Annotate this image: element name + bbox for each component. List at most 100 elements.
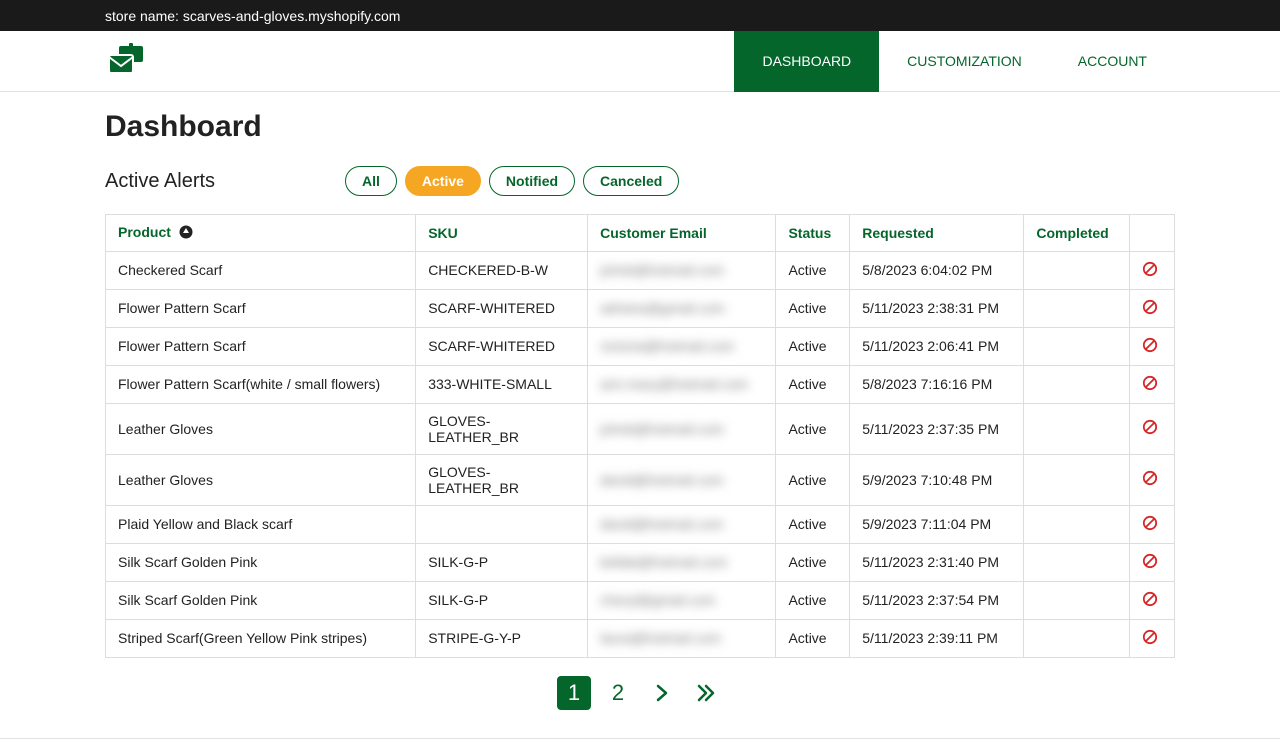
cell-sku: CHECKERED-B-W: [416, 251, 588, 289]
cell-status: Active: [776, 365, 850, 403]
chevron-right-icon: [655, 684, 669, 702]
page-last[interactable]: [689, 676, 723, 710]
cell-requested: 5/8/2023 7:16:16 PM: [850, 365, 1024, 403]
cancel-icon[interactable]: [1142, 299, 1158, 315]
cell-status: Active: [776, 505, 850, 543]
cell-email: laura@hotmail.com: [588, 619, 776, 657]
column-product[interactable]: Product: [106, 215, 416, 252]
cell-email: ann.mary@hotmail.com: [588, 365, 776, 403]
cell-status: Active: [776, 543, 850, 581]
cell-completed: [1024, 543, 1130, 581]
table-row: Flower Pattern Scarf(white / small flowe…: [106, 365, 1175, 403]
cell-product: Plaid Yellow and Black scarf: [106, 505, 416, 543]
cell-product: Striped Scarf(Green Yellow Pink stripes): [106, 619, 416, 657]
cell-status: Active: [776, 581, 850, 619]
nav-account[interactable]: ACCOUNT: [1050, 31, 1175, 92]
page-1[interactable]: 1: [557, 676, 591, 710]
cell-completed: [1024, 581, 1130, 619]
cell-product: Flower Pattern Scarf(white / small flowe…: [106, 365, 416, 403]
cell-status: Active: [776, 327, 850, 365]
cancel-icon[interactable]: [1142, 470, 1158, 486]
column-sku[interactable]: SKU: [416, 215, 588, 252]
column-actions: [1130, 215, 1175, 252]
table-row: Silk Scarf Golden PinkSILK-G-Pbellab@hot…: [106, 543, 1175, 581]
cancel-icon[interactable]: [1142, 337, 1158, 353]
table-row: Leather GlovesGLOVES-LEATHER_BRjohnb@hot…: [106, 403, 1175, 454]
cell-requested: 5/11/2023 2:06:41 PM: [850, 327, 1024, 365]
cell-completed: [1024, 454, 1130, 505]
store-name-text: store name: scarves-and-gloves.myshopify…: [105, 8, 400, 24]
cell-product: Silk Scarf Golden Pink: [106, 543, 416, 581]
main-header: DASHBOARD CUSTOMIZATION ACCOUNT: [0, 31, 1280, 92]
logo-icon: [105, 43, 147, 79]
page-2[interactable]: 2: [601, 676, 635, 710]
filter-pills: All Active Notified Canceled: [345, 166, 679, 196]
cell-email: victoria@hotmail.com: [588, 327, 776, 365]
cell-email: cheryl@gmail.com: [588, 581, 776, 619]
cell-requested: 5/9/2023 7:11:04 PM: [850, 505, 1024, 543]
cell-product: Flower Pattern Scarf: [106, 327, 416, 365]
cell-product: Leather Gloves: [106, 454, 416, 505]
table-row: Striped Scarf(Green Yellow Pink stripes)…: [106, 619, 1175, 657]
cell-email: adriana@gmail.com: [588, 289, 776, 327]
cell-completed: [1024, 505, 1130, 543]
filter-all[interactable]: All: [345, 166, 397, 196]
cell-requested: 5/11/2023 2:37:35 PM: [850, 403, 1024, 454]
cell-sku: SCARF-WHITERED: [416, 289, 588, 327]
nav-customization[interactable]: CUSTOMIZATION: [879, 31, 1050, 92]
cancel-icon[interactable]: [1142, 515, 1158, 531]
cell-sku: SILK-G-P: [416, 543, 588, 581]
table-row: Flower Pattern ScarfSCARF-WHITEREDadrian…: [106, 289, 1175, 327]
cell-status: Active: [776, 251, 850, 289]
cancel-icon[interactable]: [1142, 261, 1158, 277]
table-row: Checkered ScarfCHECKERED-B-Wjohnb@hotmai…: [106, 251, 1175, 289]
nav-dashboard[interactable]: DASHBOARD: [734, 31, 879, 92]
top-bar: store name: scarves-and-gloves.myshopify…: [0, 0, 1280, 31]
main-nav: DASHBOARD CUSTOMIZATION ACCOUNT: [734, 31, 1175, 92]
cell-sku: STRIPE-G-Y-P: [416, 619, 588, 657]
filter-canceled[interactable]: Canceled: [583, 166, 679, 196]
column-email[interactable]: Customer Email: [588, 215, 776, 252]
sort-asc-icon: [179, 225, 193, 242]
section-title: Active Alerts: [105, 170, 345, 193]
cell-product: Leather Gloves: [106, 403, 416, 454]
cell-email: david@hotmail.com: [588, 505, 776, 543]
cell-requested: 5/11/2023 2:38:31 PM: [850, 289, 1024, 327]
cell-email: bellab@hotmail.com: [588, 543, 776, 581]
column-requested[interactable]: Requested: [850, 215, 1024, 252]
table-row: Plaid Yellow and Black scarf david@hotmai…: [106, 505, 1175, 543]
cell-product: Silk Scarf Golden Pink: [106, 581, 416, 619]
cell-requested: 5/9/2023 7:10:48 PM: [850, 454, 1024, 505]
cancel-icon[interactable]: [1142, 375, 1158, 391]
cell-completed: [1024, 365, 1130, 403]
cell-completed: [1024, 251, 1130, 289]
cancel-icon[interactable]: [1142, 591, 1158, 607]
cell-requested: 5/11/2023 2:39:11 PM: [850, 619, 1024, 657]
cell-requested: 5/8/2023 6:04:02 PM: [850, 251, 1024, 289]
cell-status: Active: [776, 619, 850, 657]
pagination: 1 2: [105, 658, 1175, 728]
cancel-icon[interactable]: [1142, 553, 1158, 569]
chevron-double-right-icon: [696, 684, 716, 702]
cell-email: david@hotmail.com: [588, 454, 776, 505]
cell-sku: GLOVES-LEATHER_BR: [416, 454, 588, 505]
column-status[interactable]: Status: [776, 215, 850, 252]
cell-sku: 333-WHITE-SMALL: [416, 365, 588, 403]
column-completed[interactable]: Completed: [1024, 215, 1130, 252]
cell-sku: SCARF-WHITERED: [416, 327, 588, 365]
table-row: Leather GlovesGLOVES-LEATHER_BRdavid@hot…: [106, 454, 1175, 505]
alerts-table: Product SKU Customer Email Status Reques…: [105, 214, 1175, 658]
cell-sku: SILK-G-P: [416, 581, 588, 619]
cell-email: johnb@hotmail.com: [588, 251, 776, 289]
cell-completed: [1024, 289, 1130, 327]
cancel-icon[interactable]: [1142, 419, 1158, 435]
filter-active[interactable]: Active: [405, 166, 481, 196]
filter-notified[interactable]: Notified: [489, 166, 575, 196]
table-row: Flower Pattern ScarfSCARF-WHITEREDvictor…: [106, 327, 1175, 365]
page-next[interactable]: [645, 676, 679, 710]
cell-completed: [1024, 327, 1130, 365]
cancel-icon[interactable]: [1142, 629, 1158, 645]
app-logo: [105, 43, 147, 79]
cell-completed: [1024, 619, 1130, 657]
page-title: Dashboard: [105, 110, 1175, 144]
